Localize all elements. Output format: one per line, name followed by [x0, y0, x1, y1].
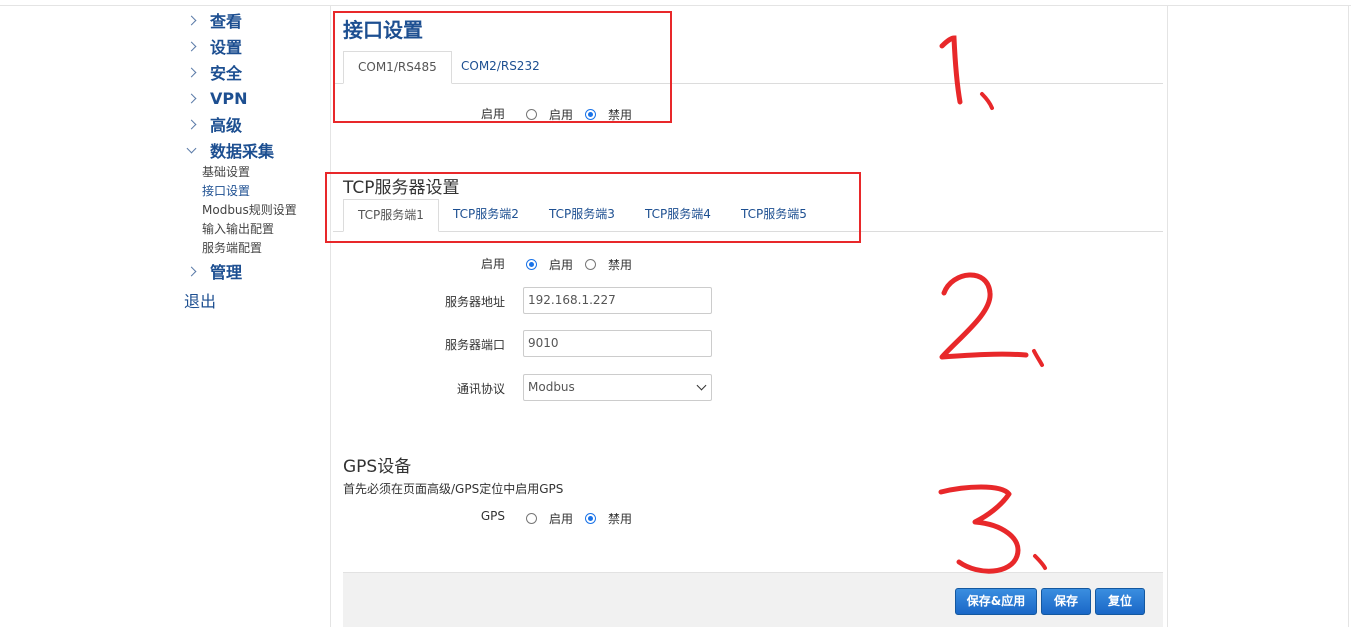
protocol-select-value: Modbus	[528, 380, 575, 394]
sidebar-sub-io-config[interactable]: 输入输出配置	[202, 220, 274, 238]
chevron-right-icon	[186, 15, 197, 25]
right-divider	[1348, 5, 1349, 627]
protocol-select[interactable]: Modbus	[523, 374, 712, 401]
sidebar-item-label: VPN	[210, 88, 248, 108]
radio-selected-icon	[526, 259, 537, 270]
chevron-right-icon	[186, 93, 197, 103]
server-address-label: 服务器地址	[444, 295, 505, 309]
sidebar-item-vpn[interactable]: VPN	[186, 86, 248, 110]
radio-selected-icon	[585, 513, 596, 524]
radio-label: 禁用	[608, 258, 633, 272]
sidebar-item-label: 高级	[210, 116, 243, 135]
protocol-label: 通讯协议	[456, 382, 505, 396]
chevron-right-icon	[186, 41, 197, 51]
radio-label: 启用	[549, 512, 574, 526]
tcp-enable-off-radio[interactable]: 禁用	[585, 256, 632, 273]
radio-label: 启用	[549, 258, 574, 272]
action-bar	[343, 572, 1163, 627]
annotation-box-1	[333, 11, 672, 123]
gps-label: GPS	[480, 509, 505, 523]
sidebar-sub-interface-settings[interactable]: 接口设置	[202, 182, 250, 200]
sidebar-item-label: 查看	[210, 12, 243, 31]
chevron-down-icon	[186, 143, 197, 153]
sidebar-item-view[interactable]: 查看	[186, 8, 243, 32]
sidebar-item-label: 设置	[210, 38, 243, 57]
sidebar-item-label: 安全	[210, 64, 243, 83]
gps-section-title: GPS设备	[343, 457, 412, 477]
chevron-right-icon	[186, 266, 197, 276]
sidebar-item-data-collection[interactable]: 数据采集	[186, 138, 275, 162]
sidebar-sub-modbus-rules[interactable]: Modbus规则设置	[202, 201, 297, 219]
page: 查看 设置 安全 VPN 高级 数据采集 基础设置 接口设置 Modbus规则设…	[0, 0, 1351, 627]
gps-enable-on-radio[interactable]: 启用	[526, 510, 573, 527]
radio-label: 禁用	[608, 512, 633, 526]
save-apply-button[interactable]: 保存&应用	[955, 588, 1037, 615]
radio-icon	[585, 259, 596, 270]
save-button[interactable]: 保存	[1041, 588, 1091, 615]
sidebar-item-label: 数据采集	[210, 142, 275, 161]
sidebar-item-advanced[interactable]: 高级	[186, 112, 243, 136]
sidebar-item-label: 管理	[210, 263, 243, 282]
server-address-input[interactable]: 192.168.1.227	[523, 287, 712, 314]
logout-link[interactable]: 退出	[184, 288, 216, 312]
sidebar-item-manage[interactable]: 管理	[186, 259, 243, 283]
chevron-right-icon	[186, 119, 197, 129]
server-port-input[interactable]: 9010	[523, 330, 712, 357]
chevron-down-icon	[696, 380, 707, 391]
annotation-number-1	[939, 35, 994, 110]
server-port-label: 服务器端口	[444, 338, 505, 352]
sidebar-sub-basic-settings[interactable]: 基础设置	[202, 163, 250, 181]
radio-icon	[526, 513, 537, 524]
reset-button[interactable]: 复位	[1095, 588, 1145, 615]
sidebar-sub-server-config[interactable]: 服务端配置	[202, 239, 262, 257]
annotation-number-3	[938, 484, 1047, 574]
annotation-box-2	[325, 172, 861, 243]
tcp-enable-on-radio[interactable]: 启用	[526, 256, 573, 273]
gps-enable-off-radio[interactable]: 禁用	[585, 510, 632, 527]
tcp-enable-label: 启用	[480, 257, 505, 271]
sidebar-item-security[interactable]: 安全	[186, 60, 243, 84]
annotation-number-2	[939, 272, 1044, 367]
chevron-right-icon	[186, 67, 197, 77]
sidebar-item-settings[interactable]: 设置	[186, 34, 243, 58]
gps-note: 首先必须在页面高级/GPS定位中启用GPS	[343, 482, 564, 496]
